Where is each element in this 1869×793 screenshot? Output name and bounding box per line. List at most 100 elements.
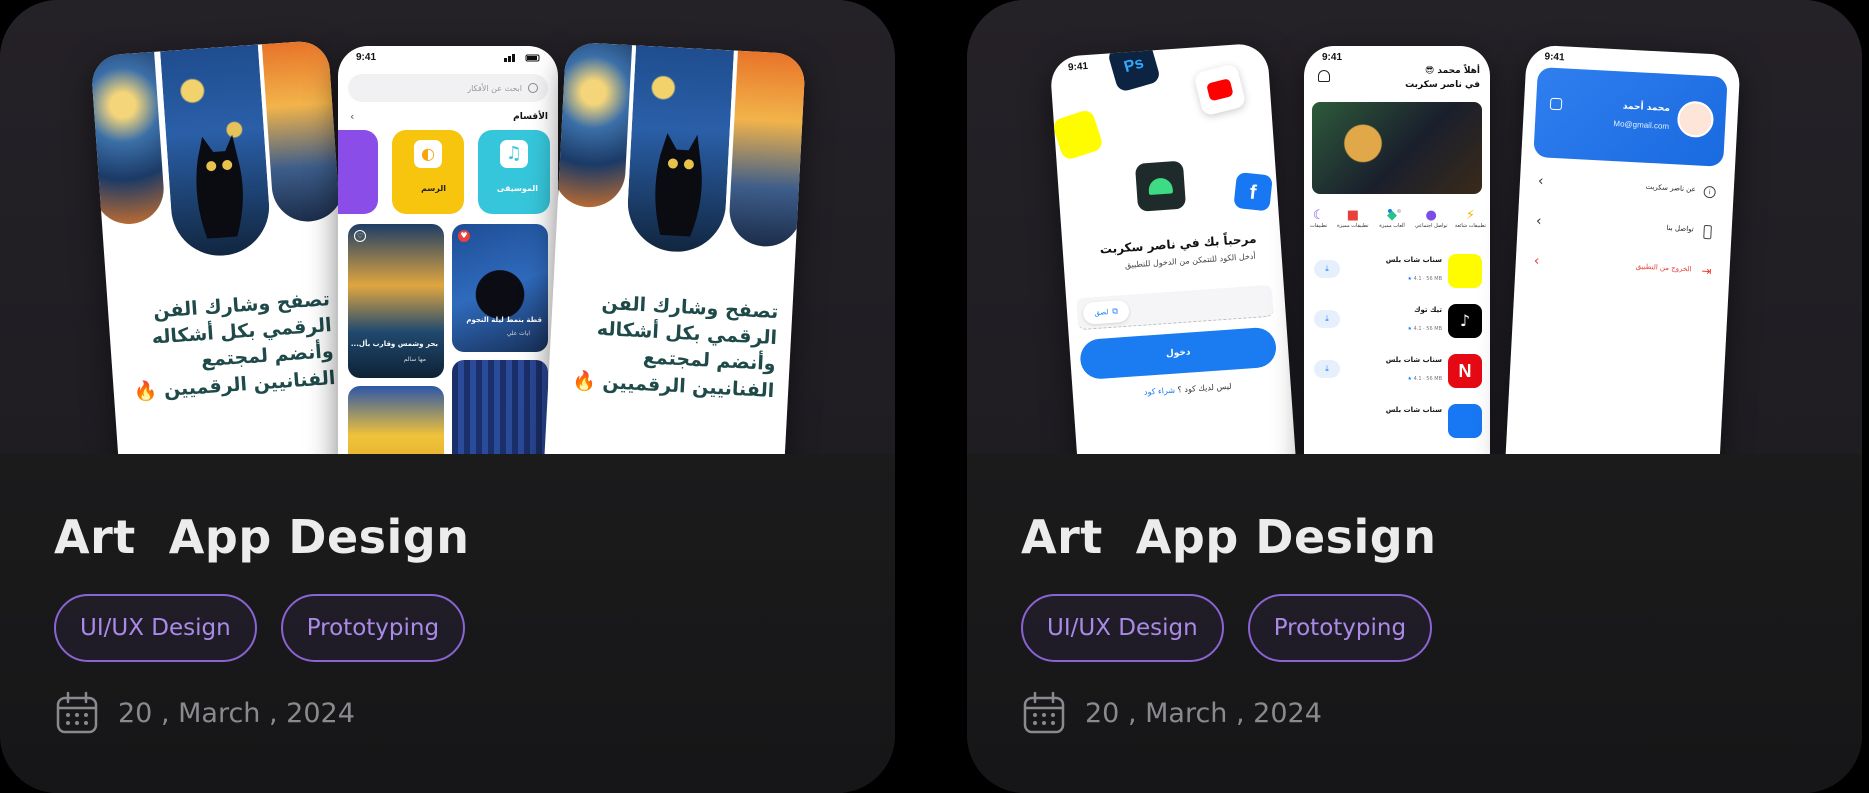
download-button[interactable]: ⤓ — [1314, 310, 1340, 328]
category-label: الرسم — [421, 184, 446, 193]
art-title: قطة بنمط ليلة النجوم — [466, 316, 542, 324]
project-card-nasser-script[interactable]: 9:41 Ps f مرحباً بك في ناصر سكربت أدخل ا… — [967, 0, 1862, 793]
menu-item-about[interactable]: i عن ناصر سكربت ‹ — [1533, 173, 1720, 207]
banner-dots — [1388, 198, 1408, 213]
banner-image[interactable] — [1312, 102, 1482, 194]
category-tile-music[interactable]: ♫ الموسيقى — [478, 130, 550, 214]
heart-icon[interactable]: ♥ — [458, 230, 470, 242]
menu-label: تواصل بنا — [1666, 223, 1694, 234]
chevron-left-icon: ‹ — [1533, 253, 1540, 270]
categories-heading: الأقسام — [513, 112, 548, 122]
code-input[interactable]: لصق ⧉ — [1076, 284, 1274, 331]
app-name: سناب شات بلس — [1385, 406, 1442, 414]
category-label: تواصل اجتماعي — [1414, 223, 1448, 229]
date-row: 20 , March , 2024 — [54, 690, 355, 736]
project-preview: 9:41 تصفح وشارك الفن الرقمي بكل أشكاله و… — [0, 0, 895, 454]
status-time: 9:41 — [1322, 52, 1343, 63]
paste-button[interactable]: لصق ⧉ — [1082, 299, 1130, 325]
category-label: تطبيقات شائعة — [1454, 223, 1486, 229]
heart-outline-icon[interactable]: ♡ — [354, 230, 366, 242]
category-tile-partial[interactable] — [338, 130, 378, 214]
phone-mockup-profile: 9:41 محمد أحمد Mo@gmail.com i عن ناصر سك… — [1502, 44, 1741, 454]
phone-mockup-welcome: 9:41 Ps f مرحباً بك في ناصر سكربت أدخل ا… — [1049, 42, 1300, 454]
phone-mockup-onboarding-2: 9:41 تصفح وشارك الفن الرقمي بكل أشكاله و… — [541, 41, 806, 454]
project-date: 20 , March , 2024 — [118, 697, 355, 729]
art-card-sea[interactable]: ♡ بحر وشمس وقارب بأل... مها سالم — [348, 224, 444, 378]
project-preview: 9:41 Ps f مرحباً بك في ناصر سكربت أدخل ا… — [967, 0, 1862, 454]
star-icon: ★ — [1407, 276, 1412, 282]
category-apps[interactable]: ☾ تطبيقات — [1306, 208, 1332, 242]
signal-battery-icon — [504, 54, 540, 62]
app-meta: ★ 4.1 · 56 MB — [1407, 376, 1442, 382]
edit-icon[interactable] — [1549, 97, 1563, 111]
menu-item-logout[interactable]: ⇥ الخروج من التطبيق ‹ — [1529, 253, 1716, 287]
lightning-icon: ⚡ — [1465, 208, 1475, 223]
project-date: 20 , March , 2024 — [1085, 697, 1322, 729]
menu-item-contact[interactable]: تواصل بنا ‹ — [1531, 213, 1718, 247]
category-label: تطبيقات — [1310, 223, 1328, 229]
buy-code-link[interactable]: شراء كود — [1144, 386, 1176, 397]
art-card-field[interactable] — [348, 386, 444, 454]
download-button[interactable]: ⤓ — [1314, 360, 1340, 378]
status-time: 9:41 — [1067, 60, 1089, 74]
app-rating: 4.1 — [1413, 276, 1422, 282]
category-games[interactable]: ◆ ألعاب مميزة — [1374, 208, 1410, 242]
planet-icon: ● — [1425, 208, 1437, 223]
download-button[interactable]: ⤓ — [1314, 260, 1340, 278]
project-title[interactable]: Art App Design — [1021, 510, 1436, 564]
app-rating: 4.1 — [1413, 326, 1422, 332]
phone-mockup-home: 9:41 أهلاً محمد 😎 في ناصر سكربت ⚡ تطبيقات… — [1304, 46, 1490, 454]
phone-mockup-onboarding: 9:41 تصفح وشارك الفن الرقمي بكل أشكاله و… — [90, 39, 361, 454]
category-popular[interactable]: ⚡ تطبيقات شائعة — [1452, 208, 1488, 242]
palette-icon: ◐ — [414, 140, 442, 168]
app-row[interactable]: سناب شات بلس — [1304, 400, 1490, 450]
category-tile-drawing[interactable]: ◐ الرسم — [392, 130, 464, 214]
gift-icon: ■ — [1346, 208, 1359, 223]
category-label: تطبيقات مميزة — [1337, 223, 1369, 229]
tiktok-icon: ♪ — [1448, 304, 1482, 338]
art-card-cat[interactable]: ♥ قطة بنمط ليلة النجوم ايات علي — [452, 224, 548, 352]
category-row: ⚡ تطبيقات شائعة ● تواصل اجتماعي ◆ ألعاب ممي… — [1304, 208, 1490, 242]
phone-icon — [1703, 224, 1712, 240]
art-arch-lighthouse — [90, 51, 166, 227]
snapchat-icon — [1051, 108, 1105, 162]
tag-uiux[interactable]: UI/UX Design — [54, 594, 257, 662]
tag-prototyping[interactable]: Prototyping — [1247, 594, 1433, 662]
search-input[interactable]: ابحث عن الأفكار — [348, 74, 548, 102]
profile-card[interactable]: محمد أحمد Mo@gmail.com — [1533, 66, 1728, 167]
app-size: 56 MB — [1426, 326, 1442, 332]
app-rating: 4.1 — [1413, 376, 1422, 382]
category-social[interactable]: ● تواصل اجتماعي — [1413, 208, 1449, 242]
app-row[interactable]: ♪ تيك توك ★ 4.1 · 56 MB ⤓ — [1304, 300, 1490, 350]
no-code-row: ليس لديك كود ؟ شراء كود — [1113, 380, 1263, 399]
tag-uiux[interactable]: UI/UX Design — [1021, 594, 1224, 662]
facebook-icon — [1448, 404, 1482, 438]
bell-icon[interactable] — [1318, 70, 1330, 82]
project-card-art-app[interactable]: 9:41 تصفح وشارك الفن الرقمي بكل أشكاله و… — [0, 0, 895, 793]
photoshop-icon: Ps — [1106, 42, 1162, 93]
android-icon — [1134, 160, 1187, 212]
category-featured[interactable]: ■ تطبيقات مميزة — [1335, 208, 1371, 242]
art-arch-starry-cat — [160, 44, 273, 259]
chevron-left-icon: ‹ — [1535, 213, 1542, 230]
profile-name: محمد أحمد — [1622, 101, 1671, 114]
app-list: سناب شات بلس ★ 4.1 · 56 MB ⤓ ♪ تيك توك ★… — [1304, 250, 1490, 450]
art-card-pixel[interactable] — [452, 360, 548, 454]
no-code-text: ليس لديك كود ؟ — [1177, 381, 1232, 395]
youtube-icon — [1193, 63, 1247, 117]
login-button[interactable]: دخول — [1079, 326, 1278, 381]
status-time: 9:41 — [1544, 51, 1565, 64]
avatar — [1676, 100, 1715, 139]
greeting-line1: أهلاً محمد 😎 — [1424, 66, 1480, 76]
chevron-left-icon[interactable]: ‹ — [350, 110, 354, 123]
app-row[interactable]: سناب شات بلس ★ 4.1 · 56 MB ⤓ — [1304, 250, 1490, 300]
tag-prototyping[interactable]: Prototyping — [280, 594, 466, 662]
project-title[interactable]: Art App Design — [54, 510, 469, 564]
app-meta: ★ 4.1 · 56 MB — [1407, 326, 1442, 332]
project-info: Art App Design UI/UX Design Prototyping … — [967, 454, 1862, 793]
art-arch-lighthouse — [551, 41, 633, 209]
moon-icon: ☾ — [1312, 208, 1325, 223]
netflix-icon: N — [1448, 354, 1482, 388]
black-cat-icon — [196, 134, 243, 239]
app-row[interactable]: N سناب شات بلس ★ 4.1 · 56 MB ⤓ — [1304, 350, 1490, 400]
